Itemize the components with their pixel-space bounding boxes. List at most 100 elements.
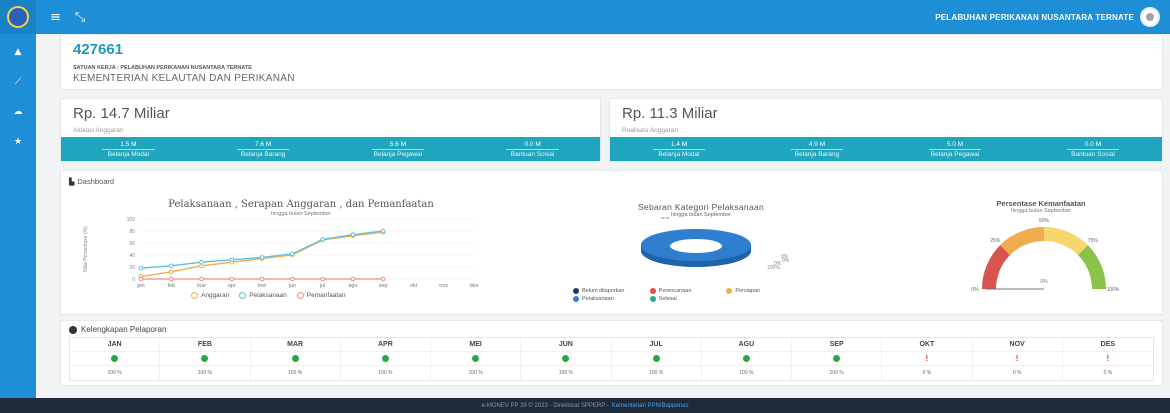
month-percentage: 100 %: [558, 370, 573, 376]
month-percentage: 100 %: [378, 370, 393, 376]
alokasi-barang-caption: Belanja Barang: [240, 150, 286, 158]
app-logo-box[interactable]: [0, 0, 36, 34]
legend-marker: [296, 292, 304, 299]
x-tick-label: mar: [197, 283, 207, 289]
realisasi-breakdown: 1.4 M Belanja Modal 4.9 M Belanja Barang 5…: [610, 137, 1162, 161]
app-logo[interactable]: [7, 6, 29, 28]
alokasi-bansos: 0.0 M Bantuan Sosial: [465, 137, 600, 161]
month-label: JUN: [521, 338, 611, 352]
donut-chart: 0%100%0% 0%0%: [641, 217, 790, 271]
user-menu[interactable]: PELABUHAN PERIKANAN NUSANTARA TERNATE: [935, 7, 1160, 27]
realisasi-pegawai-value: 5.0 M: [928, 141, 982, 150]
satker-name[interactable]: PELABUHAN PERIKANAN NUSANTARA TERNATE: [935, 13, 1134, 22]
legend-item[interactable]: Belum dilaporkan: [573, 288, 650, 294]
month-label: MEI: [431, 338, 521, 352]
gauge-band: [1077, 245, 1106, 289]
legend-item[interactable]: Pelaksanaan: [239, 292, 287, 299]
month-column-mar: MAR 100 %: [250, 338, 341, 380]
satuan-kerja: SATUAN KERJA : PELABUHAN PERIKANAN NUSAN…: [73, 65, 252, 71]
realisasi-label: Realisasi Anggaran: [622, 127, 679, 134]
check-icon: [652, 355, 660, 362]
check-icon: [291, 355, 299, 362]
realisasi-modal-value: 1.4 M: [652, 141, 706, 150]
month-status: [792, 352, 882, 366]
gauge-band: [1000, 227, 1044, 256]
alokasi-label: Alokasi Anggaran: [73, 127, 124, 134]
cloud-icon[interactable]: ☁: [14, 107, 23, 117]
check-icon: [742, 355, 750, 362]
kelengkapan-panel: Kelengkapan Pelaporan JAN 100 % FEB 100 % MA…: [60, 320, 1163, 386]
sidebar-item-star[interactable]: ★: [0, 130, 36, 154]
footer-link[interactable]: Kementerian PPN/Bappenas: [612, 403, 689, 409]
sidebar-item-home[interactable]: ▲: [0, 40, 36, 64]
realisasi-bansos: 0.0 M Bantuan Sosial: [1024, 137, 1162, 161]
month-column-agu: AGU 100 %: [701, 338, 792, 380]
legend-item[interactable]: Pelaksanaan: [573, 296, 650, 302]
kelengkapan-title-text: Kelengkapan Pelaporan: [81, 325, 167, 334]
data-point: [380, 228, 386, 234]
series-line: [140, 231, 384, 278]
legend-item[interactable]: Selesai: [649, 296, 727, 302]
realisasi-pegawai: 5.0 M Belanja Pegawai: [886, 137, 1024, 161]
data-point: [168, 269, 174, 275]
legend-label: Anggaran: [201, 292, 230, 299]
legend-item[interactable]: Perencanaan: [649, 288, 727, 294]
sidebar-item-edit[interactable]: ⟋: [0, 70, 36, 94]
donut-chart-legend[interactable]: Belum dilaporkan Perencanaan Persiapan Pela…: [573, 288, 803, 302]
check-icon: [111, 355, 119, 362]
legend-label: Perencanaan: [658, 288, 692, 294]
y-axis-label: Nilai Persentase (%): [83, 226, 89, 272]
x-tick-label: jan: [136, 283, 144, 289]
check-icon: [381, 355, 389, 362]
legend-marker: [573, 288, 579, 294]
line-chart-legend[interactable]: Anggaran Pelaksanaan Pemanfaatan: [191, 292, 345, 299]
month-label: OKT: [882, 338, 972, 352]
realisasi-barang: 4.9 M Belanja Barang: [748, 137, 886, 161]
sidebar: ▲ ⟋ ☁ ★: [0, 34, 36, 398]
legend-item[interactable]: Pemanfaatan: [296, 292, 346, 299]
month-status: [701, 352, 791, 366]
check-icon: [562, 355, 570, 362]
avatar[interactable]: [1140, 7, 1160, 27]
y-tick-label: 60: [129, 241, 135, 247]
legend-label: Pemanfaatan: [306, 292, 346, 299]
legend-item[interactable]: Persiapan: [726, 288, 803, 294]
check-icon: [833, 355, 841, 362]
sidebar-item-cloud[interactable]: ☁: [0, 100, 36, 124]
line-chart: Nilai Persentase (%) 0 20 40 60 80 100 jan feb ma…: [83, 217, 479, 289]
gauge-band: [982, 245, 1011, 289]
legend-marker: [649, 296, 656, 302]
legend-marker: [649, 288, 656, 294]
month-label: NOV: [972, 338, 1062, 352]
month-percentage: 100 %: [739, 370, 754, 376]
month-percentage: 100 %: [829, 370, 844, 376]
x-tick-label: jun: [288, 283, 296, 289]
month-column-mei: MEI 100 %: [431, 338, 522, 380]
alokasi-modal-caption: Belanja Modal: [107, 150, 149, 158]
month-label: JUL: [611, 338, 701, 352]
month-percentage: 100 %: [107, 370, 122, 376]
alokasi-pegawai-caption: Belanja Pegawai: [373, 150, 423, 158]
edit-icon[interactable]: ⟋: [15, 77, 21, 87]
check-icon: [201, 355, 209, 362]
alokasi-card: Rp. 14.7 Miliar Alokasi Anggaran 1.5 M Be…: [60, 98, 601, 162]
gauge-tick-label: 100%: [1107, 287, 1120, 293]
satker-header: 427661 SATUAN KERJA : PELABUHAN PERIKANA…: [60, 34, 1163, 90]
kelengkapan-title: Kelengkapan Pelaporan: [69, 325, 166, 334]
legend-item[interactable]: Anggaran: [191, 292, 229, 299]
y-tick-label: 100: [127, 217, 136, 223]
area-chart-icon: ▙: [69, 177, 75, 186]
data-point: [290, 276, 295, 282]
expand-icon[interactable]: ⤡: [75, 10, 85, 25]
month-status: [521, 352, 611, 366]
month-status: !: [972, 352, 1062, 366]
menu-icon[interactable]: ≡: [50, 10, 61, 25]
warning-icon: !: [925, 354, 929, 363]
home-icon[interactable]: ▲: [15, 47, 22, 57]
gauge-chart: 0% 25% 50% 75% 100% 0%: [971, 218, 1120, 293]
star-icon[interactable]: ★: [14, 137, 22, 147]
y-tick-label: 80: [129, 229, 135, 235]
x-tick-label: okt: [410, 283, 418, 289]
month-percentage: 100 %: [649, 370, 664, 376]
month-column-okt: OKT! 0 %: [882, 338, 973, 380]
